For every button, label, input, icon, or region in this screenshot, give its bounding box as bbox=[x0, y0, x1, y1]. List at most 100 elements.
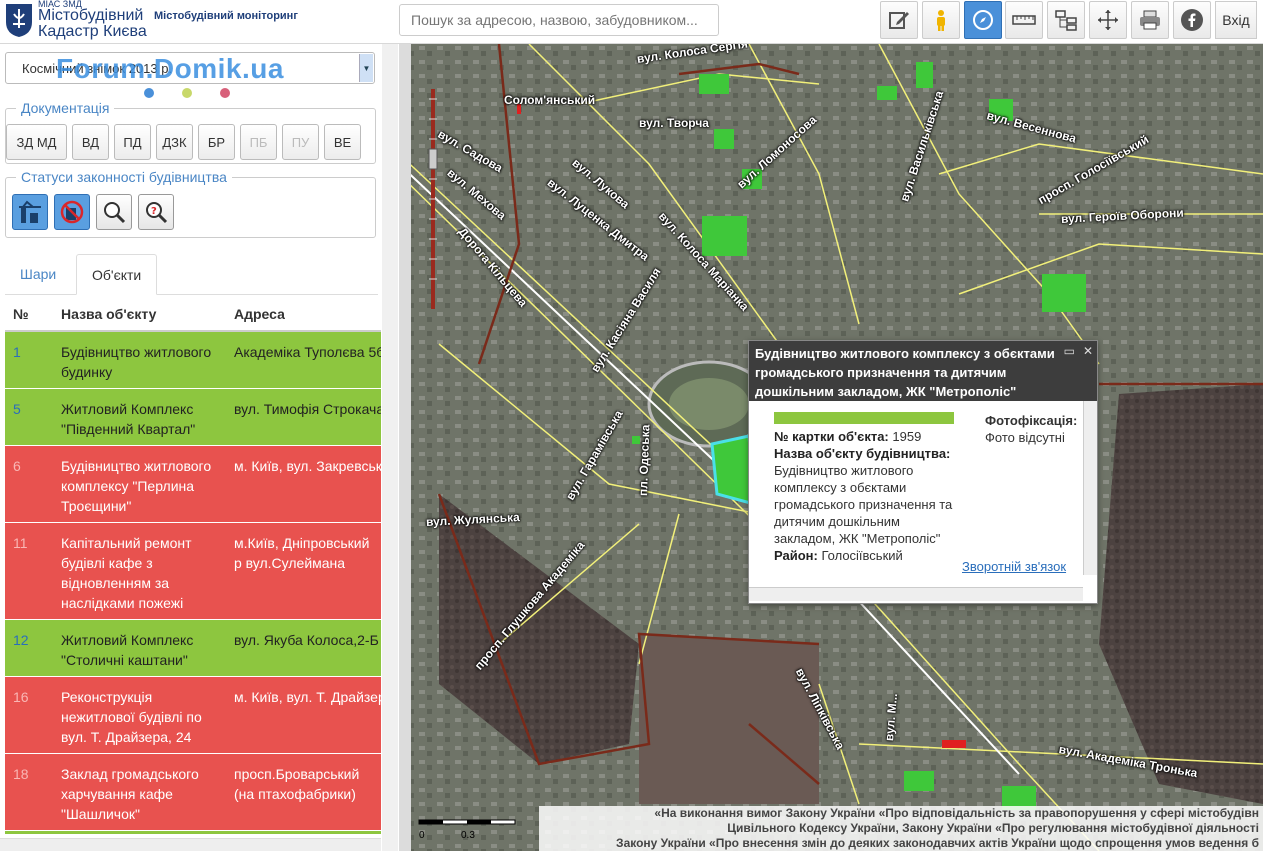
illegal-construction-button[interactable] bbox=[54, 194, 90, 230]
maximize-icon[interactable]: ▭ bbox=[1064, 344, 1075, 358]
row-number: 11 bbox=[13, 535, 28, 551]
map-label: Солом'янський bbox=[504, 93, 596, 107]
panel-tabs: Шари Об'єкти bbox=[5, 254, 378, 295]
doc-button-zdmd[interactable]: ЗД МД bbox=[6, 124, 67, 160]
login-button[interactable]: Вхід bbox=[1215, 1, 1257, 39]
facebook-icon bbox=[1181, 9, 1203, 31]
unknown-status-button[interactable]: ? bbox=[138, 194, 174, 230]
scale-bar-graphic bbox=[418, 819, 516, 825]
row-address: м.Київ, Дніпровський р вул.Сулеймана Ста… bbox=[234, 535, 370, 571]
tab-objects[interactable]: Об'єкти bbox=[76, 254, 158, 295]
table-row[interactable] bbox=[5, 831, 381, 834]
district-label: Район: bbox=[774, 548, 818, 563]
row-number: 16 bbox=[13, 689, 29, 705]
table-horizontal-scrollbar[interactable] bbox=[0, 838, 381, 851]
chevron-down-icon[interactable]: ▼ bbox=[359, 54, 373, 82]
row-object-name: Капітальний ремонт будівлі кафе з віднов… bbox=[61, 535, 192, 611]
legality-status-legend: Статуси законності будівництва bbox=[21, 169, 227, 185]
row-address: м. Київ, вул. Т. Драйзер bbox=[234, 689, 381, 705]
notice-line: «На виконання вимог Закону України «Про … bbox=[654, 806, 1259, 820]
legal-construction-button[interactable] bbox=[12, 194, 48, 230]
close-icon[interactable]: ✕ bbox=[1083, 344, 1093, 358]
navigate-button[interactable] bbox=[964, 1, 1002, 39]
photo-section: Фотофіксація: Фото відсутні bbox=[985, 412, 1085, 446]
compass-icon bbox=[973, 10, 993, 30]
row-address: вул. Тимофія Строкача bbox=[234, 401, 381, 417]
row-number: 1 bbox=[13, 344, 21, 360]
pan-button[interactable] bbox=[1089, 1, 1127, 39]
tab-layers[interactable]: Шари bbox=[5, 254, 71, 295]
svg-text:?: ? bbox=[151, 206, 157, 217]
doc-button-ve[interactable]: ВЕ bbox=[324, 124, 361, 160]
row-object-name: Реконструкція нежитлової будівлі по вул.… bbox=[61, 689, 202, 745]
map-label: пл. Одеська bbox=[636, 424, 653, 497]
brand-title-line2[interactable]: Кадастр Києва bbox=[38, 23, 147, 40]
print-button[interactable] bbox=[1131, 1, 1169, 39]
brand-title-line1[interactable]: Містобудівний bbox=[38, 7, 143, 24]
doc-button-dzk[interactable]: ДЗК bbox=[156, 124, 193, 160]
documentation-buttons: ЗД МД ВД ПД ДЗК БР ПБ ПУ ВЕ bbox=[6, 124, 361, 160]
row-object-name: Житловий Комплекс "Столичні каштани" bbox=[61, 632, 194, 668]
ruler-icon bbox=[1012, 15, 1036, 25]
magnifier-icon bbox=[104, 202, 126, 224]
row-number: 6 bbox=[13, 458, 21, 474]
table-row[interactable]: 12 Житловий Комплекс "Столичні каштани" … bbox=[5, 620, 381, 677]
row-object-name: Будівництво житлового комплексу "Перлина… bbox=[61, 458, 212, 514]
row-number: 18 bbox=[13, 766, 29, 782]
panel-vertical-scrollbar[interactable] bbox=[382, 44, 398, 851]
row-address: вул. Якуба Колоса,2-Б bbox=[234, 632, 379, 648]
zoom-slider[interactable] bbox=[427, 89, 441, 309]
table-row[interactable]: 11 Капітальний ремонт будівлі кафе з від… bbox=[5, 523, 381, 620]
district-value: Голосіївський bbox=[821, 548, 903, 563]
measure-button[interactable] bbox=[1005, 1, 1043, 39]
popup-vertical-scrollbar[interactable] bbox=[1083, 401, 1097, 575]
pager-dots[interactable] bbox=[144, 88, 230, 98]
column-header-number[interactable]: № bbox=[13, 306, 29, 322]
top-bar: МІАС ЗМД Містобудівний Кадастр Києва Міс… bbox=[0, 0, 1263, 44]
table-row[interactable]: 16 Реконструкція нежитлової будівлі по в… bbox=[5, 677, 381, 754]
doc-button-br[interactable]: БР bbox=[198, 124, 235, 160]
legality-status-buttons: ? bbox=[12, 194, 174, 230]
forum-watermark: Forum.Domik.ua bbox=[56, 53, 284, 84]
object-name-value: Будівництво житлового комплексу з обєкта… bbox=[774, 463, 953, 546]
doc-button-pu[interactable]: ПУ bbox=[282, 124, 319, 160]
map-label: вул. Творча bbox=[639, 116, 709, 130]
layers-tree-button[interactable] bbox=[1047, 1, 1085, 39]
facebook-button[interactable] bbox=[1173, 1, 1211, 39]
column-header-address[interactable]: Адреса bbox=[234, 306, 285, 322]
scale-mark: 0.3 bbox=[461, 830, 475, 841]
row-address: м. Київ, вул. Закревськ bbox=[234, 458, 381, 474]
feedback-link[interactable]: Зворотній зв'язок bbox=[962, 559, 1066, 574]
popup-title: Будівництво житлового комплексу з обєкта… bbox=[749, 341, 1097, 401]
row-number: 5 bbox=[13, 401, 21, 417]
scale-bar: 0 0.3 bbox=[417, 816, 537, 846]
pager-dot[interactable] bbox=[144, 88, 154, 98]
doc-button-vd[interactable]: ВД bbox=[72, 124, 109, 160]
map-left-scrollbar[interactable] bbox=[399, 44, 411, 851]
column-header-name[interactable]: Назва об'єкту bbox=[61, 306, 156, 322]
photo-title: Фотофіксація: bbox=[985, 413, 1078, 428]
object-info-popup: Будівництво житлового комплексу з обєкта… bbox=[748, 340, 1098, 604]
popup-details: № картки об'єкта: 1959 Назва об'єкту буд… bbox=[774, 428, 954, 564]
doc-button-pd[interactable]: ПД bbox=[114, 124, 151, 160]
objects-table-header: № Назва об'єкту Адреса bbox=[5, 296, 381, 332]
pager-dot[interactable] bbox=[220, 88, 230, 98]
row-object-name: Житловий Комплекс "Південний Квартал" bbox=[61, 401, 196, 437]
table-row[interactable]: 6 Будівництво житлового комплексу "Перли… bbox=[5, 446, 381, 523]
doc-button-pb[interactable]: ПБ bbox=[240, 124, 277, 160]
popup-horizontal-scrollbar[interactable] bbox=[749, 587, 1083, 601]
row-number: 12 bbox=[13, 632, 29, 648]
table-row[interactable]: 1 Будівництво житлового будинку Академік… bbox=[5, 332, 381, 389]
search-input[interactable] bbox=[399, 4, 719, 36]
search-status-button[interactable] bbox=[96, 194, 132, 230]
table-row[interactable]: 18 Заклад громадського харчування кафе "… bbox=[5, 754, 381, 831]
card-number-value: 1959 bbox=[892, 429, 922, 444]
table-row[interactable]: 5 Житловий Комплекс "Південний Квартал" … bbox=[5, 389, 381, 446]
pager-dot[interactable] bbox=[182, 88, 192, 98]
street-view-button[interactable] bbox=[922, 1, 960, 39]
edit-icon bbox=[889, 12, 909, 29]
row-object-name: Будівництво житлового будинку bbox=[61, 344, 212, 380]
map-view[interactable]: вул. Колоса Сергія Солом'янський вул. Са… bbox=[399, 44, 1263, 851]
objects-table-body: 1 Будівництво житлового будинку Академік… bbox=[5, 332, 381, 834]
edit-button[interactable] bbox=[880, 1, 918, 39]
